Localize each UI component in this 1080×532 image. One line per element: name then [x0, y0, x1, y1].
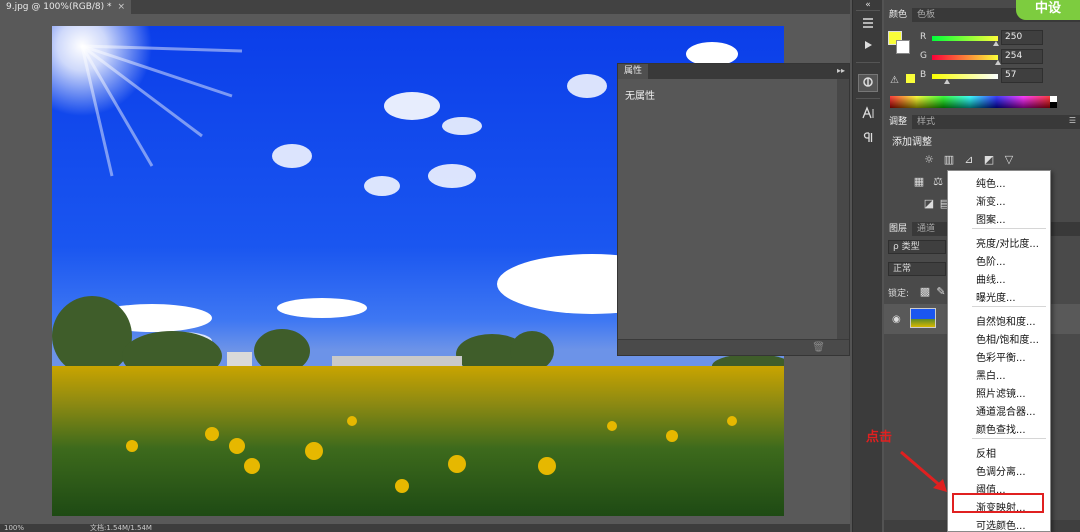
adjustments-icon[interactable]: [858, 74, 878, 92]
add-adjustment-title: 添加调整: [892, 137, 932, 148]
menu-item-posterize[interactable]: 色调分离...: [976, 463, 1026, 478]
green-value-field[interactable]: 254: [1001, 49, 1043, 64]
layer-filter-select[interactable]: ρ 类型: [888, 240, 946, 254]
no-properties-label: 无属性: [625, 91, 655, 102]
vibrance-icon[interactable]: ▽: [1002, 154, 1016, 166]
collapse-icon[interactable]: «: [858, 0, 878, 14]
red-label: R: [920, 32, 927, 42]
annotation-arrow-icon: [900, 450, 947, 492]
tab-styles[interactable]: 样式: [912, 115, 940, 129]
document-tab-bar: 9.jpg @ 100%(RGB/8) * ×: [0, 0, 850, 14]
invert-icon[interactable]: ◪: [922, 198, 936, 210]
menu-item-channel-mixer[interactable]: 通道混合器...: [976, 403, 1036, 418]
tab-swatches[interactable]: 色板: [912, 8, 940, 22]
blue-slider[interactable]: [932, 74, 998, 79]
document-info: 文档:1.54M/1.54M: [90, 524, 152, 532]
photoshop-window: 9.jpg @ 100%(RGB/8) * × 100% 文档:1.54M/1.…: [0, 0, 1080, 532]
background-color-swatch[interactable]: [896, 40, 910, 54]
color-spectrum-bar[interactable]: [890, 96, 1050, 108]
eye-icon[interactable]: ◉: [892, 314, 901, 325]
menu-item-gradient[interactable]: 渐变...: [976, 193, 1006, 208]
out-of-gamut-warning-icon[interactable]: ⚠: [890, 75, 899, 86]
divider: [856, 10, 880, 11]
curves-icon[interactable]: ⊿: [962, 154, 976, 166]
lock-transparent-icon[interactable]: ▩: [918, 286, 932, 298]
character-icon[interactable]: [858, 106, 878, 124]
black-white-swatches[interactable]: [1050, 96, 1057, 108]
color-balance-icon[interactable]: ⚖: [931, 176, 945, 188]
tab-layers[interactable]: 图层: [884, 222, 913, 236]
status-bar: 100% 文档:1.54M/1.54M: [0, 524, 850, 532]
green-slider[interactable]: [932, 55, 998, 60]
menu-divider: [972, 228, 1046, 229]
properties-panel-body: 无属性: [618, 79, 837, 339]
gamut-swatch[interactable]: [906, 74, 915, 83]
document-tab-title: 9.jpg @ 100%(RGB/8) *: [6, 2, 112, 12]
document-tab[interactable]: 9.jpg @ 100%(RGB/8) * ×: [0, 0, 132, 14]
layer-thumbnail[interactable]: [910, 308, 936, 328]
adjustment-layer-menu: 纯色... 渐变... 图案... 亮度/对比度... 色阶... 曲线... …: [947, 170, 1051, 532]
highlight-box: [952, 493, 1044, 513]
menu-item-exposure[interactable]: 曝光度...: [976, 289, 1016, 304]
trash-icon[interactable]: 🗑: [812, 342, 825, 353]
brightness-icon[interactable]: ☼: [922, 154, 936, 166]
adjustments-panel-tabs: 调整 样式: [884, 115, 1080, 129]
exposure-icon[interactable]: ◩: [982, 154, 996, 166]
tab-properties[interactable]: 属性: [618, 64, 649, 79]
lock-brush-icon[interactable]: ✎: [934, 286, 948, 298]
panel-menu-icon[interactable]: ☰: [1069, 116, 1076, 125]
green-label: G: [920, 51, 927, 61]
blue-value-field[interactable]: 57: [1001, 68, 1043, 83]
tab-adjustments[interactable]: 调整: [884, 115, 913, 129]
panel-menu-icon[interactable]: ▸▸: [837, 66, 845, 75]
panel-tool-strip: «: [852, 0, 882, 532]
play-action-icon[interactable]: [858, 38, 878, 56]
menu-item-color-balance[interactable]: 色彩平衡...: [976, 349, 1026, 364]
red-slider-thumb[interactable]: [993, 41, 999, 46]
close-icon[interactable]: ×: [118, 0, 126, 14]
menu-item-color-lookup[interactable]: 颜色查找...: [976, 421, 1026, 436]
hue-saturation-icon[interactable]: ▦: [912, 176, 926, 188]
properties-panel-header: 属性 ▸▸: [618, 64, 849, 79]
menu-item-hue-saturation[interactable]: 色相/饱和度...: [976, 331, 1039, 346]
blue-slider-thumb[interactable]: [944, 79, 950, 84]
tab-channels[interactable]: 通道: [912, 222, 940, 236]
zoom-readout[interactable]: 100%: [4, 524, 24, 532]
menu-item-curves[interactable]: 曲线...: [976, 271, 1006, 286]
menu-item-levels[interactable]: 色阶...: [976, 253, 1006, 268]
menu-item-vibrance[interactable]: 自然饱和度...: [976, 313, 1036, 328]
properties-scrollbar[interactable]: [837, 79, 849, 339]
brand-badge: 中设: [1016, 0, 1080, 20]
tab-color[interactable]: 颜色: [884, 8, 913, 22]
lock-label: 锁定:: [888, 289, 910, 299]
menu-divider: [972, 438, 1046, 439]
history-icon[interactable]: [858, 16, 878, 34]
blend-mode-select[interactable]: 正常: [888, 262, 946, 276]
click-annotation-label: 点击: [866, 430, 893, 445]
divider: [856, 62, 880, 63]
properties-panel-footer: 🗑: [618, 339, 849, 355]
menu-item-pattern[interactable]: 图案...: [976, 211, 1006, 226]
menu-item-black-white[interactable]: 黑白...: [976, 367, 1006, 382]
menu-item-solid-color[interactable]: 纯色...: [976, 175, 1006, 190]
paragraph-icon[interactable]: [858, 130, 878, 148]
menu-item-selective-color[interactable]: 可选颜色...: [976, 517, 1026, 532]
properties-panel: 属性 ▸▸ 无属性 🗑: [617, 63, 850, 356]
levels-icon[interactable]: ▥: [942, 154, 956, 166]
blue-label: B: [920, 70, 927, 80]
menu-item-photo-filter[interactable]: 照片滤镜...: [976, 385, 1026, 400]
menu-item-invert[interactable]: 反相: [976, 445, 996, 460]
red-value-field[interactable]: 250: [1001, 30, 1043, 45]
menu-divider: [972, 306, 1046, 307]
menu-item-brightness-contrast[interactable]: 亮度/对比度...: [976, 235, 1039, 250]
divider: [856, 98, 880, 99]
red-slider[interactable]: [932, 36, 998, 41]
